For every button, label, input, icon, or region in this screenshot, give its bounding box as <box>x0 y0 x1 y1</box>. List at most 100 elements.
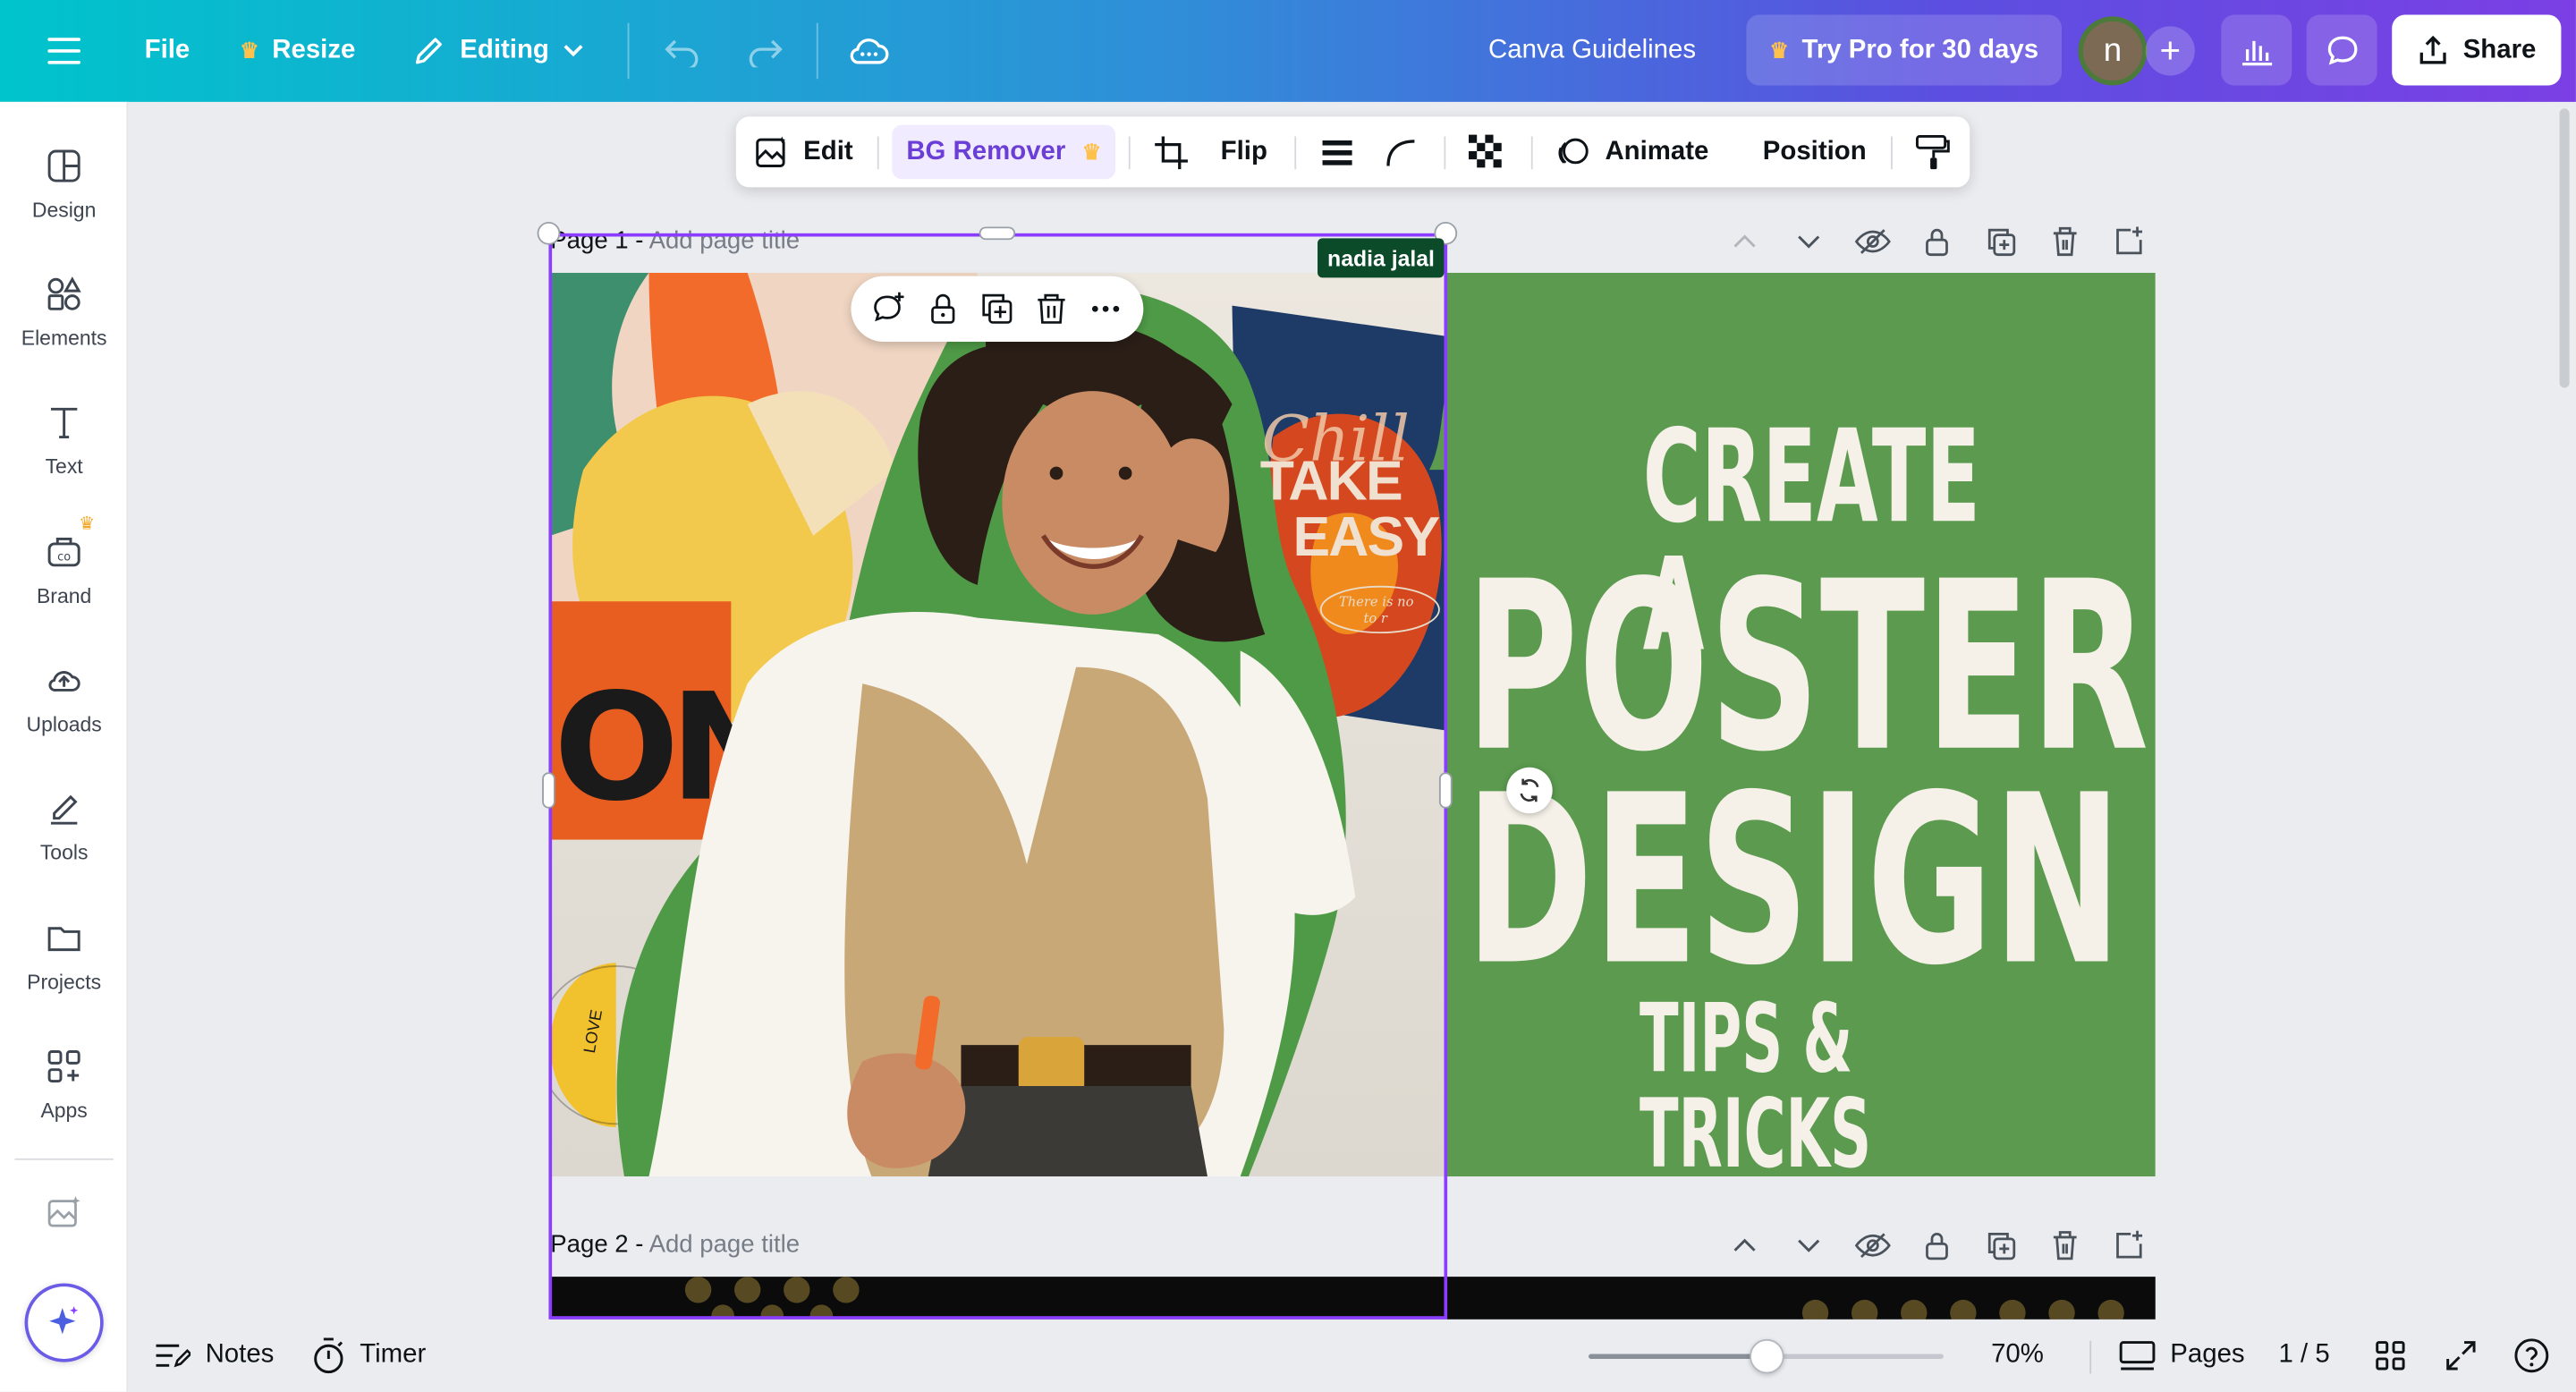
sidebar-item-label: Brand <box>36 584 92 608</box>
document-title-text: Canva Guidelines <box>1488 36 1697 64</box>
resize-handle-top[interactable] <box>979 226 1016 241</box>
sidebar-item-label: Design <box>31 199 97 222</box>
animate-button[interactable]: Animate <box>1555 116 1708 187</box>
bg-poster-small: There is no <box>1338 594 1414 610</box>
sidebar-item-magic-media[interactable] <box>0 1163 128 1261</box>
uploads-icon <box>48 671 80 692</box>
redo-icon[interactable] <box>746 0 785 102</box>
invite-plus-icon[interactable]: + <box>2145 26 2195 76</box>
move-page-down-icon[interactable] <box>1775 222 1840 261</box>
zoom-slider-thumb[interactable] <box>1750 1338 1784 1374</box>
duplicate-page-icon[interactable] <box>1968 1226 2032 1265</box>
copy-style-button[interactable] <box>1914 116 1950 187</box>
sidebar-item-design[interactable]: Design <box>0 126 128 242</box>
editing-mode-dropdown[interactable]: Editing <box>411 0 585 102</box>
page-indicator[interactable]: 1 / 5 <box>2279 1320 2330 1392</box>
avatar[interactable]: n <box>2078 16 2148 86</box>
more-options-icon[interactable] <box>1089 291 1124 327</box>
flip-button[interactable]: Flip <box>1221 116 1267 187</box>
try-pro-button[interactable]: ♛ Try Pro for 30 days <box>1746 14 2063 86</box>
bg-poster-easy: EASY <box>1292 505 1440 569</box>
page-2-controls <box>1712 1226 2160 1265</box>
move-page-up-icon[interactable] <box>1712 1226 1776 1265</box>
border-style-button[interactable] <box>1319 116 1355 187</box>
apps-icon <box>47 1050 80 1083</box>
corner-rounding-button[interactable] <box>1384 116 1419 187</box>
delete-page-icon[interactable] <box>2032 1226 2097 1265</box>
zoom-level[interactable]: 70% <box>1991 1320 2044 1392</box>
undo-icon[interactable] <box>662 0 701 102</box>
top-bar: File ♛ Resize Editing Canva Guidelines ♛… <box>0 0 2576 102</box>
notes-button[interactable]: Notes <box>155 1320 274 1392</box>
resize-button[interactable]: ♛ Resize <box>240 0 355 102</box>
add-page-icon[interactable] <box>2097 222 2161 261</box>
crop-button[interactable] <box>1153 116 1189 187</box>
cloud-save-icon[interactable] <box>848 0 891 102</box>
duplicate-page-icon[interactable] <box>1968 222 2032 261</box>
hide-page-icon[interactable] <box>1840 1226 1904 1265</box>
grid-view-icon[interactable] <box>2374 1320 2407 1392</box>
person-photo[interactable]: ONS Chill TAKE EASY There is no to r LOV… <box>550 272 1446 1177</box>
document-title[interactable]: Canva Guidelines <box>1488 0 1696 102</box>
sidebar-item-elements[interactable]: Elements <box>0 255 128 370</box>
poster-line-tips[interactable]: TIPS & TRICKS <box>1640 991 1949 1177</box>
flip-label: Flip <box>1220 137 1267 166</box>
crown-icon: ♛ <box>1769 37 1789 62</box>
move-page-up-icon[interactable] <box>1712 222 1776 261</box>
rotate-handle-icon[interactable] <box>1506 767 1553 814</box>
timer-button[interactable]: Timer <box>312 1320 426 1392</box>
poster-line-design[interactable]: DESIGN <box>1465 765 2122 999</box>
divider <box>1128 136 1131 170</box>
move-page-down-icon[interactable] <box>1775 1226 1840 1265</box>
divider <box>627 22 630 80</box>
sidebar-item-projects[interactable]: Projects <box>0 899 128 1014</box>
divider <box>1530 136 1533 170</box>
try-pro-label: Try Pro for 30 days <box>1801 35 2039 64</box>
resize-handle-top-left[interactable] <box>537 221 561 245</box>
sidebar-item-label: Tools <box>39 841 89 865</box>
page-2-title[interactable]: Page 2 - Add page title <box>550 1231 800 1259</box>
sidebar-item-text[interactable]: Text <box>0 383 128 498</box>
svg-text:co: co <box>57 550 71 564</box>
resize-handle-left[interactable] <box>542 772 555 809</box>
sidebar-item-tools[interactable]: Tools <box>0 769 128 885</box>
notes-icon <box>156 1344 191 1368</box>
vertical-scrollbar[interactable] <box>2559 108 2570 388</box>
page-1-canvas[interactable]: ONS Chill TAKE EASY There is no to r LOV… <box>550 272 2156 1177</box>
edit-image-button[interactable]: Edit <box>754 116 853 187</box>
hide-page-icon[interactable] <box>1840 222 1904 261</box>
sidebar-item-brand[interactable]: ♛ co Brand <box>0 513 128 628</box>
file-menu[interactable]: File <box>145 0 191 102</box>
collaborator-tag: nadia jalal <box>1318 238 1445 278</box>
lock-page-icon[interactable] <box>1904 1226 1969 1265</box>
add-comment-icon[interactable] <box>870 291 906 327</box>
position-button[interactable]: Position <box>1763 116 1867 187</box>
bg-remover-label: BG Remover <box>906 137 1066 166</box>
add-page-icon[interactable] <box>2097 1226 2161 1265</box>
help-icon[interactable] <box>2513 1320 2549 1392</box>
trash-icon[interactable] <box>1034 291 1070 327</box>
menu-icon[interactable] <box>47 0 80 102</box>
magic-assistant-button[interactable] <box>24 1283 104 1362</box>
delete-page-icon[interactable] <box>2032 222 2097 261</box>
share-button[interactable]: Share <box>2392 14 2562 86</box>
image-context-toolbar: Edit BG Remover ♛ Flip Animate Position <box>735 116 1970 188</box>
lock-icon[interactable] <box>925 291 961 327</box>
sidebar-item-apps[interactable]: Apps <box>0 1027 128 1142</box>
bg-remover-button[interactable]: BG Remover ♛ <box>892 124 1116 180</box>
sidebar-item-uploads[interactable]: Uploads <box>0 641 128 756</box>
avatar-letter: n <box>2103 31 2123 69</box>
lock-page-icon[interactable] <box>1904 222 1969 261</box>
comments-button[interactable] <box>2306 14 2377 86</box>
transparency-button[interactable] <box>1467 116 1506 187</box>
fullscreen-icon[interactable] <box>2445 1320 2478 1392</box>
page-count: 1 / 5 <box>2278 1340 2330 1369</box>
insights-button[interactable] <box>2221 14 2292 86</box>
page-1-title[interactable]: Page 1 - Add page title <box>550 226 800 254</box>
pages-button[interactable]: Pages <box>2119 1320 2245 1392</box>
zoom-slider[interactable] <box>1589 1338 1944 1374</box>
resize-handle-right[interactable] <box>1438 772 1453 809</box>
page-2-canvas[interactable] <box>550 1277 2156 1320</box>
duplicate-icon[interactable] <box>979 291 1015 327</box>
transparency-icon <box>1469 133 1502 167</box>
